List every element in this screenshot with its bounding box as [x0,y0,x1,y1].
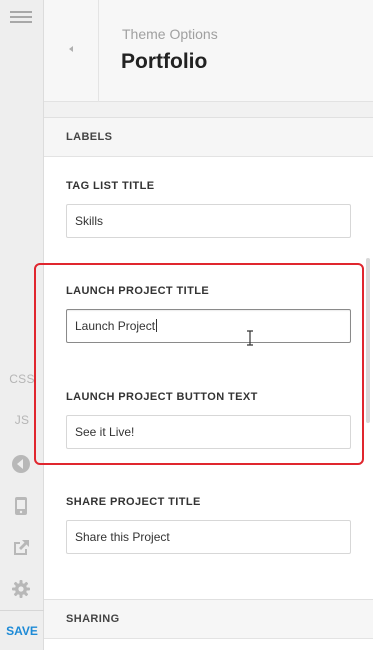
save-button[interactable]: SAVE [0,610,44,650]
gear-icon[interactable] [11,579,31,599]
share-project-title-input[interactable]: Share this Project [66,520,351,554]
input-value: Launch Project [75,319,156,333]
left-rail: CSS JS SAVE [0,0,44,650]
section-header-sharing[interactable]: SHARING [44,599,373,639]
input-value: See it Live! [75,425,135,439]
panel-header: Theme Options Portfolio [44,0,373,102]
tag-list-title-label: TAG LIST TITLE [66,180,155,192]
share-project-title-label: SHARE PROJECT TITLE [66,496,201,508]
css-button[interactable]: CSS [0,372,44,386]
js-button[interactable]: JS [0,413,44,427]
text-cursor-icon [247,330,253,346]
mobile-preview-icon[interactable] [11,496,31,516]
input-value: Skills [75,214,104,228]
input-value: Share this Project [75,530,170,544]
text-cursor [156,319,158,332]
breadcrumb: Theme Options [122,26,218,42]
launch-project-title-input[interactable]: Launch Project [66,309,351,343]
chevron-left-icon [69,46,73,52]
tag-list-title-input[interactable]: Skills [66,204,351,238]
collapse-icon[interactable] [11,454,31,474]
section-header-labels[interactable]: LABELS [44,117,373,157]
back-button[interactable] [44,0,99,102]
launch-project-button-text-label: LAUNCH PROJECT BUTTON TEXT [66,391,258,403]
scrollbar[interactable] [366,258,370,423]
hamburger-menu-icon[interactable] [10,8,32,26]
section-title: LABELS [66,131,113,143]
external-link-icon[interactable] [11,538,31,558]
section-title: SHARING [66,613,120,625]
launch-project-button-text-input[interactable]: See it Live! [66,415,351,449]
page-title: Portfolio [121,50,208,73]
options-panel: LABELS TAG LIST TITLE Skills LAUNCH PROJ… [44,117,373,650]
launch-project-title-label: LAUNCH PROJECT TITLE [66,285,210,297]
